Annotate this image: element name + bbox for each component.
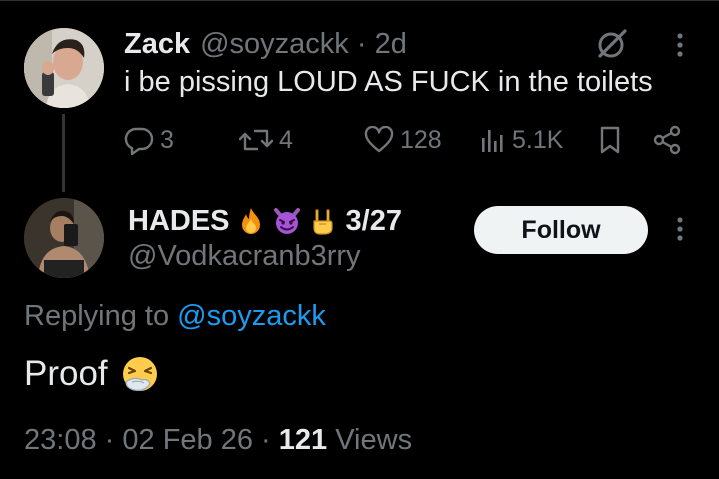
share-action[interactable]	[652, 120, 682, 160]
repost-action[interactable]: 4	[239, 120, 293, 160]
reply-icon	[124, 127, 154, 155]
reply-views-label: Views	[335, 424, 413, 456]
heart-icon	[364, 126, 394, 153]
avatar[interactable]	[24, 28, 104, 108]
parent-tweet-age[interactable]: 2d	[375, 28, 407, 60]
reply-views-count: 121	[278, 424, 328, 456]
more-options-icon[interactable]	[668, 30, 692, 60]
views-count: 5.1K	[512, 125, 564, 154]
sneezing-face-emoji-icon	[122, 357, 157, 391]
parent-meta: @soyzackk · 2d	[200, 28, 407, 61]
smiling-devil-emoji-icon	[273, 208, 300, 234]
repost-count: 4	[279, 125, 293, 154]
repost-icon	[239, 129, 273, 151]
replying-mention-link[interactable]: @soyzackk	[177, 300, 326, 332]
share-icon	[653, 125, 681, 155]
fire-emoji-icon	[241, 208, 260, 234]
reply-timestamp: 23:08 · 02 Feb 26 · 121 Views	[24, 424, 412, 457]
replying-prefix: Replying to	[24, 300, 170, 332]
reply-time[interactable]: 23:08	[24, 424, 97, 456]
reply-action[interactable]: 3	[124, 120, 174, 160]
avatar-image	[24, 28, 104, 108]
date-separator: ·	[261, 424, 271, 456]
analytics-icon	[482, 130, 503, 152]
parent-display-name[interactable]: Zack	[124, 28, 190, 61]
tweet-actions-bar: 3 4 128 5.1K	[124, 120, 694, 160]
reply-avatar[interactable]	[24, 198, 104, 278]
reply-display-name[interactable]: HADES 3/27	[128, 203, 402, 239]
replying-to-line: Replying to @soyzackk	[24, 300, 326, 333]
reply-text-content: Proof	[24, 354, 108, 393]
grok-icon[interactable]	[594, 26, 630, 62]
thread-connector-line	[62, 114, 65, 192]
reply-name-suffix: 3/27	[345, 204, 402, 237]
reply-more-options-icon[interactable]	[668, 214, 692, 244]
reply-count: 3	[160, 125, 174, 154]
parent-tweet-header: Zack @soyzackk · 2d	[124, 26, 407, 62]
reply-avatar-image	[24, 198, 104, 278]
follow-button[interactable]: Follow	[474, 206, 648, 254]
top-divider	[0, 0, 719, 1]
views-action[interactable]: 5.1K	[480, 120, 563, 160]
reply-name-text: HADES	[128, 204, 230, 237]
parent-tweet-text: i be pissing LOUD AS FUCK in the toilets	[124, 66, 653, 98]
bookmark-icon	[600, 126, 620, 154]
sign-of-horns-emoji-icon	[312, 209, 333, 235]
like-count: 128	[400, 125, 442, 154]
time-separator: ·	[104, 424, 115, 456]
reply-tweet-text: Proof	[24, 354, 160, 394]
parent-handle[interactable]: @soyzackk	[200, 28, 349, 60]
meta-separator: ·	[356, 27, 367, 60]
like-action[interactable]: 128	[364, 120, 442, 160]
bookmark-action[interactable]	[598, 120, 622, 160]
reply-handle[interactable]: @Vodkacranb3rry	[128, 240, 361, 273]
reply-date[interactable]: 02 Feb 26	[122, 424, 253, 456]
